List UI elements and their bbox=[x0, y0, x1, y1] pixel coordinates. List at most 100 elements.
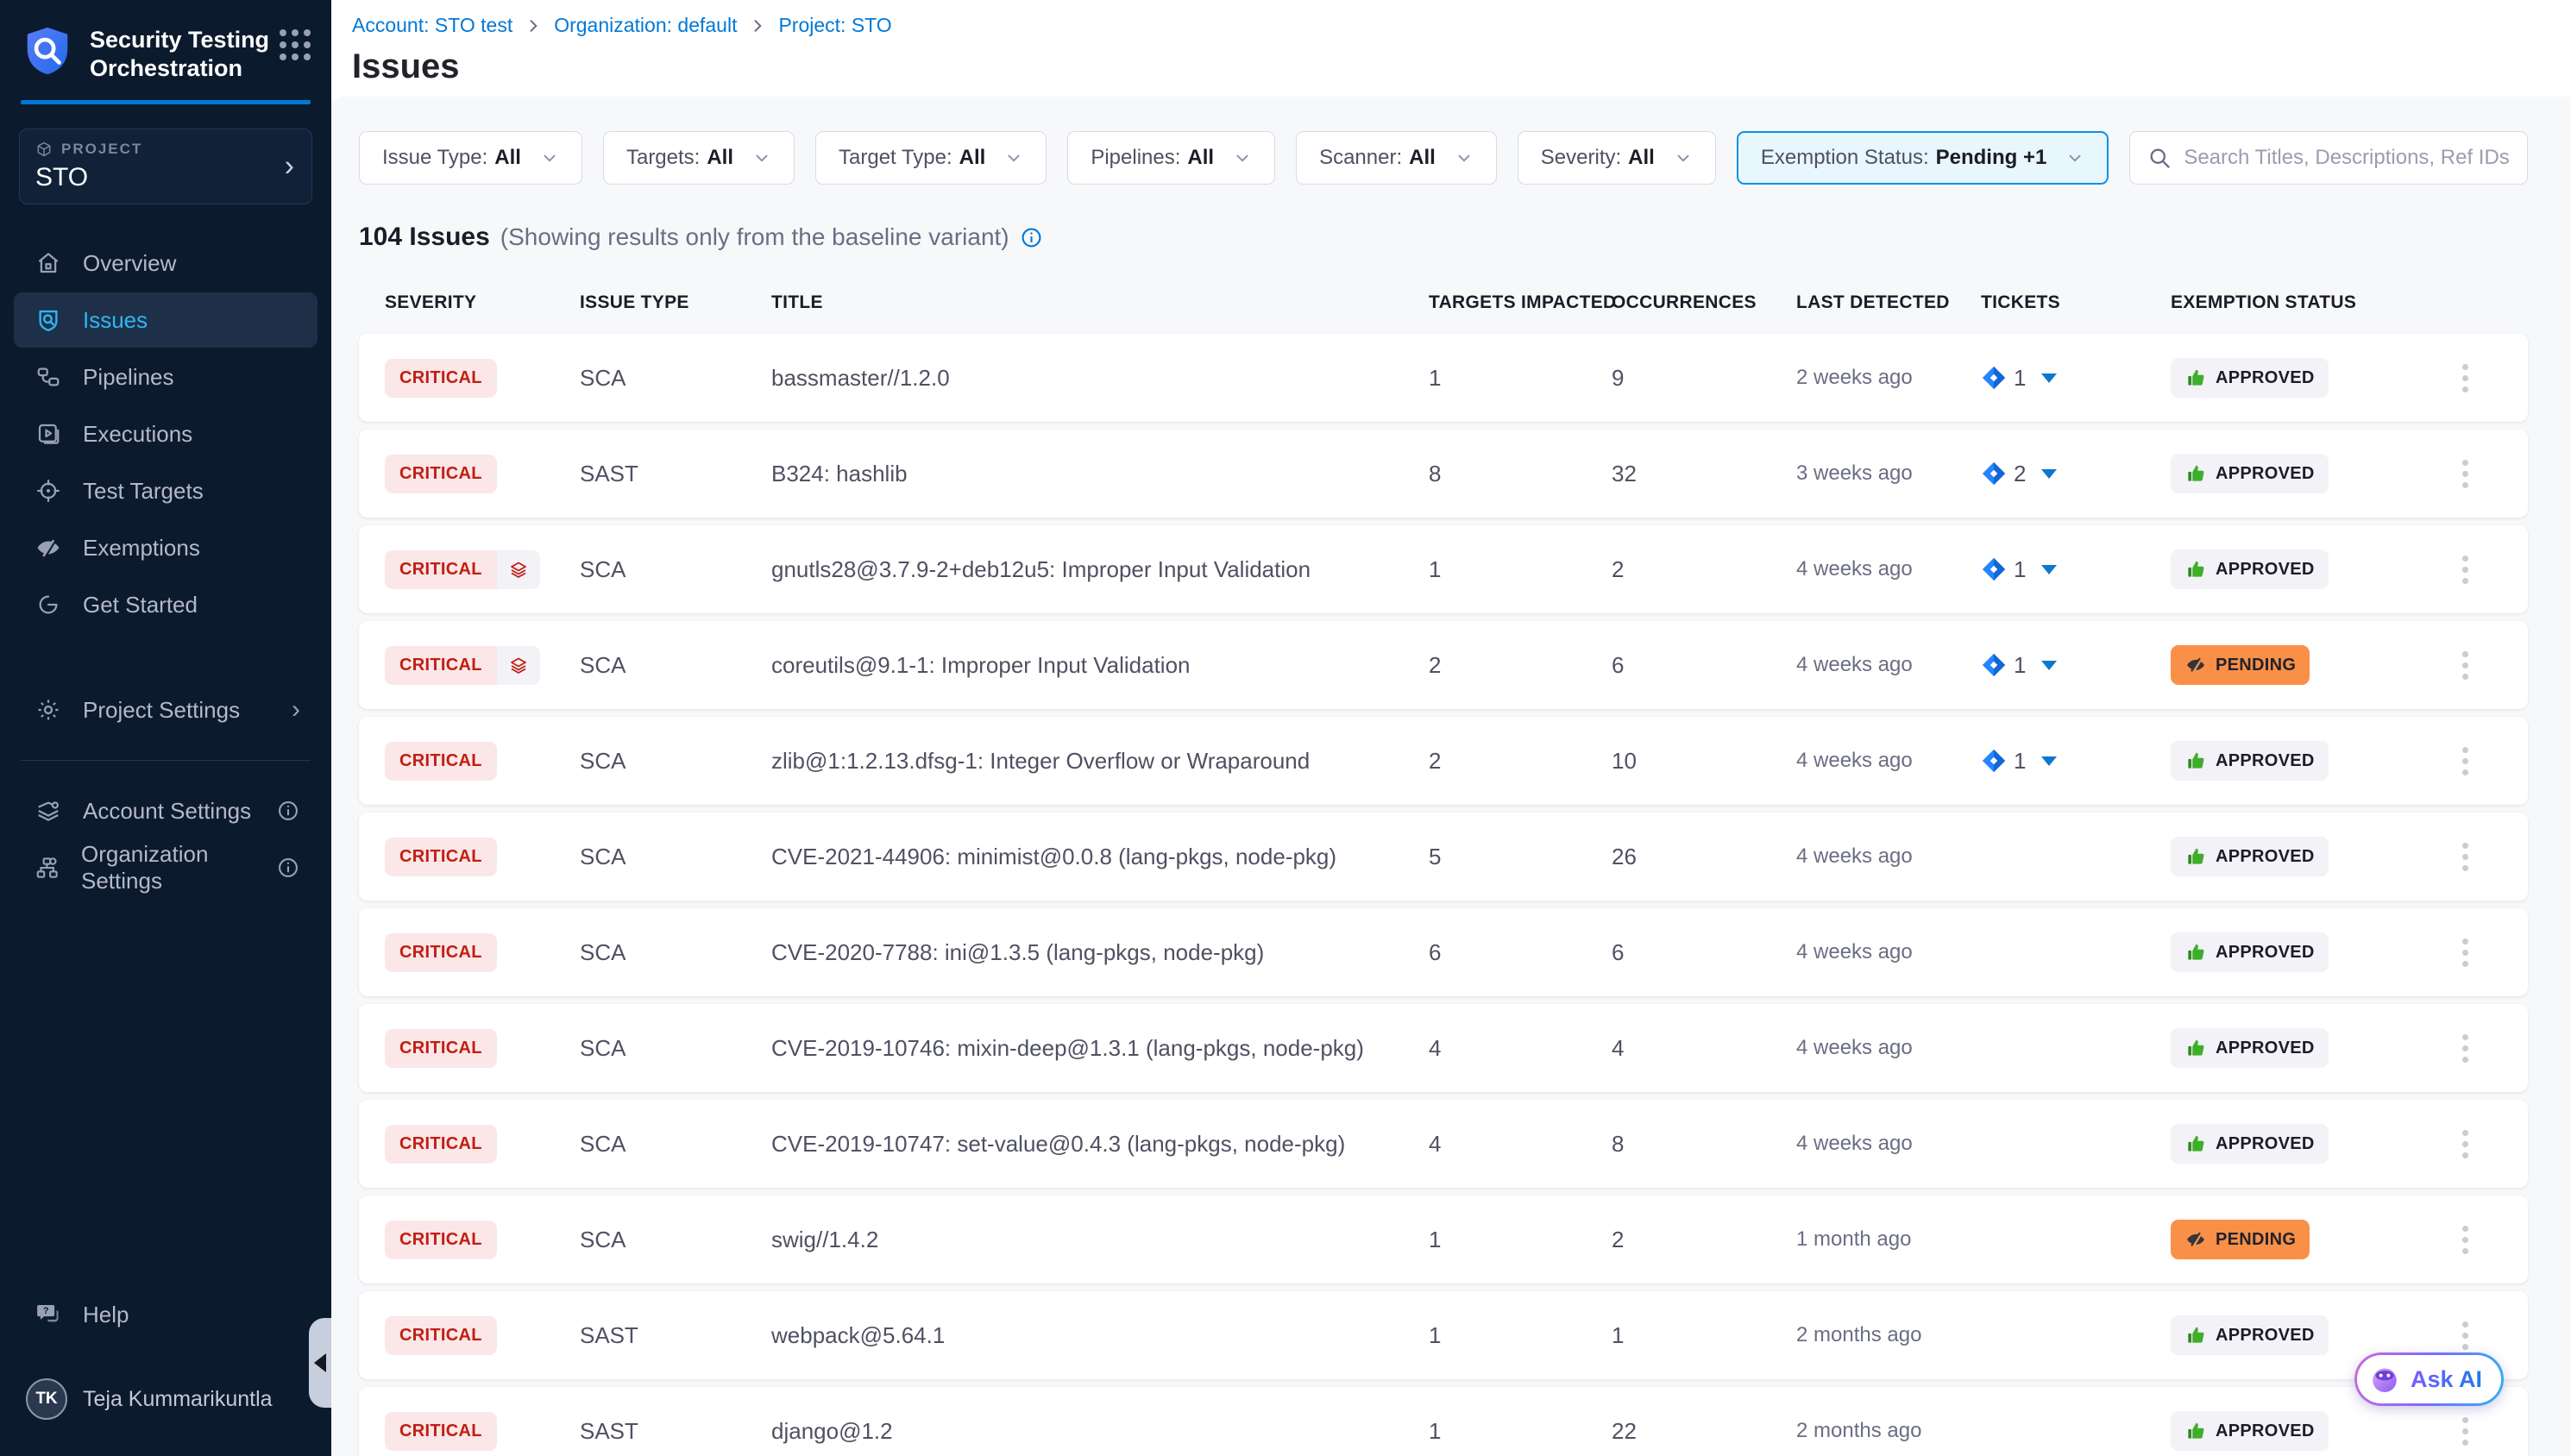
sidebar-item-issues[interactable]: Issues bbox=[14, 292, 317, 348]
search-input[interactable] bbox=[2184, 146, 2510, 170]
exemption-status-label: APPROVED bbox=[2216, 560, 2315, 580]
ticket-count: 1 bbox=[2014, 556, 2026, 583]
sidebar-item-project-settings[interactable]: Project Settings › bbox=[14, 682, 317, 737]
issue-type: SCA bbox=[580, 652, 771, 679]
info-icon[interactable] bbox=[276, 856, 300, 880]
sidebar-item-exemptions[interactable]: Exemptions bbox=[14, 520, 317, 575]
project-selector[interactable]: PROJECT STO › bbox=[19, 129, 312, 204]
exemption-status-badge: APPROVED bbox=[2171, 1028, 2329, 1068]
row-menu-button[interactable] bbox=[2455, 836, 2475, 878]
row-menu-button[interactable] bbox=[2455, 453, 2475, 495]
table-row[interactable]: CRITICAL SCA CVE-2019-10746: mixin-deep@… bbox=[359, 1004, 2528, 1092]
row-menu-button[interactable] bbox=[2455, 644, 2475, 687]
targets-impacted: 8 bbox=[1429, 461, 1612, 487]
info-icon[interactable] bbox=[276, 799, 300, 823]
row-menu-button[interactable] bbox=[2455, 1410, 2475, 1453]
filter-severity[interactable]: Severity:All bbox=[1518, 131, 1716, 185]
table-row[interactable]: CRITICAL SCA coreutils@9.1-1: Improper I… bbox=[359, 621, 2528, 709]
app-window: Security Testing Orchestration PROJECT S… bbox=[0, 0, 2571, 1456]
home-icon bbox=[35, 249, 62, 277]
thumbs-up-icon bbox=[2184, 845, 2207, 868]
column-exemption-status: EXEMPTION STATUS bbox=[2171, 292, 2417, 313]
table-row[interactable]: CRITICAL SCA gnutls28@3.7.9-2+deb12u5: I… bbox=[359, 525, 2528, 613]
sidebar-item-label: Pipelines bbox=[83, 364, 174, 391]
table-row[interactable]: CRITICAL SCA zlib@1:1.2.13.dfsg-1: Integ… bbox=[359, 717, 2528, 805]
ticket-count: 2 bbox=[2014, 461, 2026, 487]
module-grid-icon[interactable] bbox=[280, 29, 311, 60]
ticket-count: 1 bbox=[2014, 365, 2026, 392]
last-detected: 4 weeks ago bbox=[1796, 653, 1981, 677]
sidebar-item-organization-settings[interactable]: Organization Settings bbox=[14, 840, 317, 895]
table-row[interactable]: CRITICAL SCA bassmaster//1.2.0 1 9 2 wee… bbox=[359, 334, 2528, 422]
ticket-dropdown-icon[interactable] bbox=[2041, 661, 2057, 670]
breadcrumb-account-link[interactable]: Account: STO test bbox=[352, 14, 512, 37]
sidebar-item-get-started[interactable]: Get Started bbox=[14, 577, 317, 632]
cube-icon bbox=[35, 141, 53, 158]
last-detected: 4 weeks ago bbox=[1796, 1132, 1981, 1156]
severity-badge: CRITICAL bbox=[385, 1412, 497, 1451]
filter-value: All bbox=[494, 146, 521, 170]
sidebar-item-test-targets[interactable]: Test Targets bbox=[14, 463, 317, 518]
row-menu-button[interactable] bbox=[2455, 1315, 2475, 1357]
filter-target-type[interactable]: Target Type:All bbox=[815, 131, 1047, 185]
table-row[interactable]: CRITICAL SAST django@1.2 1 22 2 months a… bbox=[359, 1387, 2528, 1456]
column-issue-type: ISSUE TYPE bbox=[580, 292, 771, 313]
filter-targets[interactable]: Targets:All bbox=[603, 131, 795, 185]
sidebar-item-account-settings[interactable]: Account Settings bbox=[14, 783, 317, 838]
filter-scanner[interactable]: Scanner:All bbox=[1296, 131, 1497, 185]
table-row[interactable]: CRITICAL SCA CVE-2021-44906: minimist@0.… bbox=[359, 813, 2528, 901]
table-row[interactable]: CRITICAL SCA CVE-2019-10747: set-value@0… bbox=[359, 1100, 2528, 1188]
occurrences: 6 bbox=[1612, 939, 1796, 966]
help-button[interactable]: ? Help bbox=[0, 1287, 331, 1342]
info-icon[interactable] bbox=[1020, 226, 1043, 249]
app-title: Security Testing Orchestration bbox=[90, 26, 280, 83]
breadcrumb-organization-link[interactable]: Organization: default bbox=[554, 14, 737, 37]
ask-ai-button[interactable]: Ask AI bbox=[2354, 1352, 2504, 1406]
severity-badge-label: CRITICAL bbox=[385, 1412, 497, 1451]
row-menu-button[interactable] bbox=[2455, 549, 2475, 591]
row-menu-button[interactable] bbox=[2455, 1027, 2475, 1070]
occurrences: 1 bbox=[1612, 1322, 1796, 1349]
table-row[interactable]: CRITICAL SCA swig//1.4.2 1 2 1 month ago… bbox=[359, 1196, 2528, 1283]
table-row[interactable]: CRITICAL SAST webpack@5.64.1 1 1 2 month… bbox=[359, 1291, 2528, 1379]
filter-pipelines[interactable]: Pipelines:All bbox=[1067, 131, 1275, 185]
targets-impacted: 1 bbox=[1429, 1227, 1612, 1253]
issue-title: B324: hashlib bbox=[771, 461, 1429, 487]
sidebar-item-overview[interactable]: Overview bbox=[14, 235, 317, 291]
sidebar-item-label: Overview bbox=[83, 250, 176, 277]
column-tickets: TICKETS bbox=[1981, 292, 2171, 313]
table-row[interactable]: CRITICAL SAST B324: hashlib 8 32 3 weeks… bbox=[359, 430, 2528, 518]
severity-badge: CRITICAL bbox=[385, 838, 497, 876]
row-menu-button[interactable] bbox=[2455, 1219, 2475, 1261]
row-menu-button[interactable] bbox=[2455, 932, 2475, 974]
ticket-dropdown-icon[interactable] bbox=[2041, 756, 2057, 766]
row-menu-button[interactable] bbox=[2455, 740, 2475, 782]
sidebar-item-pipelines[interactable]: Pipelines bbox=[14, 349, 317, 405]
filter-issue-type[interactable]: Issue Type:All bbox=[359, 131, 582, 185]
breadcrumb-project-link[interactable]: Project: STO bbox=[778, 14, 891, 37]
severity-badge: CRITICAL bbox=[385, 550, 540, 589]
occurrences: 2 bbox=[1612, 1227, 1796, 1253]
sidebar-collapse-handle[interactable] bbox=[309, 1318, 331, 1408]
row-menu-button[interactable] bbox=[2455, 1123, 2475, 1165]
row-menu-button[interactable] bbox=[2455, 357, 2475, 399]
exemption-status-badge: PENDING bbox=[2171, 645, 2310, 685]
exemption-status-badge: APPROVED bbox=[2171, 837, 2329, 876]
exemption-status-badge: PENDING bbox=[2171, 1220, 2310, 1259]
table-row[interactable]: CRITICAL SCA CVE-2020-7788: ini@1.3.5 (l… bbox=[359, 908, 2528, 996]
column-last-detected: LAST DETECTED bbox=[1796, 292, 1981, 313]
ticket-dropdown-icon[interactable] bbox=[2041, 565, 2057, 574]
occurrences: 8 bbox=[1612, 1131, 1796, 1158]
issue-type: SAST bbox=[580, 461, 771, 487]
ticket-dropdown-icon[interactable] bbox=[2041, 373, 2057, 383]
issue-title: CVE-2019-10746: mixin-deep@1.3.1 (lang-p… bbox=[771, 1035, 1429, 1062]
sidebar-item-executions[interactable]: Executions bbox=[14, 406, 317, 461]
variant-stack-segment bbox=[497, 646, 540, 685]
ticket-dropdown-icon[interactable] bbox=[2041, 469, 2057, 479]
filter-exemption-status[interactable]: Exemption Status:Pending +1 bbox=[1737, 131, 2109, 185]
issues-panel: Issue Type:All Targets:All Target Type:A… bbox=[331, 97, 2571, 1456]
user-profile[interactable]: TK Teja Kummarikuntla bbox=[0, 1365, 331, 1434]
issues-table: CRITICAL SCA bassmaster//1.2.0 1 9 2 wee… bbox=[359, 334, 2528, 1456]
exemption-status-label: APPROVED bbox=[2216, 368, 2315, 388]
targets-impacted: 1 bbox=[1429, 1322, 1612, 1349]
